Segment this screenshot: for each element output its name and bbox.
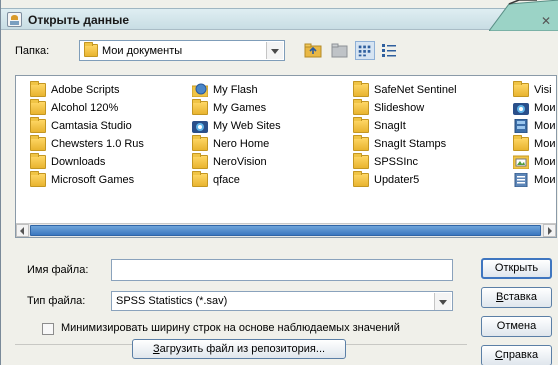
scrollbar-thumb[interactable] [30, 225, 541, 236]
folder-label: Папка: [15, 45, 50, 57]
filetype-label: Тип файла: [27, 295, 86, 307]
folder-icon [30, 99, 46, 115]
list-view-icon[interactable] [355, 41, 375, 60]
open-data-dialog: Открыть данные ✕ Папка: Мои документы Ad… [0, 0, 558, 365]
help-button[interactable]: Справка [481, 345, 552, 365]
folder-icon [30, 81, 46, 97]
web-sites-icon [513, 103, 529, 115]
file-list[interactable]: Adobe Scripts Alcohol 120% Camtasia Stud… [15, 75, 557, 238]
up-folder-icon[interactable] [303, 41, 323, 60]
filename-label: Имя файла: [27, 264, 89, 276]
open-button[interactable]: Открыть [481, 258, 552, 279]
filetype-value: SPSS Statistics (*.sav) [116, 295, 228, 307]
flash-folder-icon [192, 83, 208, 97]
folder-icon [30, 135, 46, 151]
folder-icon [192, 153, 208, 169]
folder-icon [353, 117, 369, 133]
filename-input[interactable] [111, 259, 453, 281]
folder-icon [513, 81, 529, 97]
video-folder-icon [514, 119, 528, 133]
scroll-right-icon[interactable] [543, 224, 556, 237]
paste-button[interactable]: Вставка [481, 287, 552, 308]
title-bar[interactable]: Открыть данные ✕ [1, 0, 558, 31]
cancel-button[interactable]: Отмена [481, 316, 552, 337]
folder-icon [30, 117, 46, 133]
chevron-down-icon[interactable] [434, 293, 451, 310]
folder-icon [192, 171, 208, 187]
load-from-repository-button[interactable]: Загрузить файл из репозитория... [132, 339, 346, 359]
folder-icon [30, 171, 46, 187]
window-title: Открыть данные [28, 13, 130, 27]
folder-icon [192, 99, 208, 115]
folder-icon [353, 171, 369, 187]
close-icon[interactable]: ✕ [541, 14, 551, 28]
folder-select[interactable]: Мои документы [79, 40, 285, 61]
new-folder-icon[interactable] [329, 41, 349, 60]
folder-icon [84, 42, 98, 57]
folder-value: Мои документы [102, 45, 183, 57]
folder-icon [353, 81, 369, 97]
filetype-select[interactable]: SPSS Statistics (*.sav) [111, 291, 453, 311]
scroll-left-icon[interactable] [16, 224, 29, 237]
web-sites-icon [192, 121, 208, 133]
folder-icon [513, 135, 529, 151]
horizontal-scrollbar[interactable] [16, 223, 556, 237]
folder-icon [192, 135, 208, 151]
app-icon [7, 12, 22, 27]
chevron-down-icon[interactable] [266, 42, 283, 59]
minimize-width-label: Минимизировать ширину строк на основе на… [61, 322, 400, 334]
folder-icon [353, 135, 369, 151]
folder-icon [353, 99, 369, 115]
folder-icon [353, 153, 369, 169]
documents-folder-icon [514, 173, 528, 187]
pictures-folder-icon [513, 155, 529, 169]
minimize-width-checkbox[interactable] [42, 323, 54, 335]
folder-icon [30, 153, 46, 169]
details-view-icon[interactable] [379, 41, 399, 60]
